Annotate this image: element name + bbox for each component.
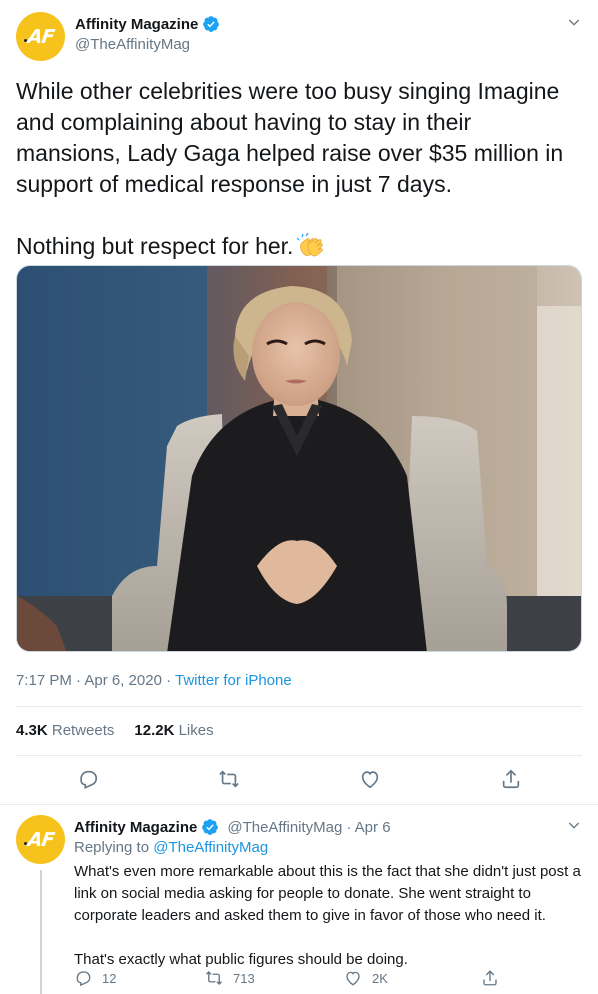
reply-header: Affinity Magazine @TheAffinityMag · Apr … bbox=[74, 818, 391, 836]
reply-text: What's even more remarkable about this i… bbox=[74, 861, 586, 971]
share-button[interactable] bbox=[500, 768, 522, 790]
tweet-source-link[interactable]: Twitter for iPhone bbox=[175, 672, 292, 689]
reply-icon bbox=[76, 971, 91, 987]
verified-badge-icon bbox=[202, 819, 219, 835]
avatar-dot bbox=[24, 842, 27, 845]
divider bbox=[0, 804, 598, 805]
reply-author-name[interactable]: Affinity Magazine bbox=[74, 819, 197, 836]
reply-avatar-text: AF bbox=[26, 828, 55, 851]
reply-button[interactable] bbox=[77, 768, 99, 790]
tweet-text-paragraph-2: Nothing but respect for her. bbox=[16, 231, 581, 262]
author-name[interactable]: Affinity Magazine bbox=[75, 16, 198, 33]
replying-to-link[interactable]: @TheAffinityMag bbox=[153, 839, 268, 856]
likes-label: Likes bbox=[178, 722, 214, 739]
reply-like-button[interactable]: 2K bbox=[344, 969, 388, 987]
reply-text-paragraph-1: What's even more remarkable about this i… bbox=[74, 863, 581, 924]
tweet-stats: 4.3K Retweets 12.2K Likes bbox=[16, 722, 214, 739]
avatar-dot bbox=[24, 39, 27, 42]
retweet-icon bbox=[206, 971, 222, 985]
replying-to: Replying to @TheAffinityMag bbox=[74, 839, 268, 856]
reply-date[interactable]: · Apr 6 bbox=[346, 819, 390, 836]
reply-author-handle[interactable]: @TheAffinityMag bbox=[227, 819, 342, 836]
reply-retweet-button[interactable]: 713 bbox=[205, 969, 255, 987]
avatar[interactable]: AF bbox=[16, 12, 65, 61]
tweet-text-paragraph-2-text: Nothing but respect for her. bbox=[16, 233, 294, 259]
like-icon bbox=[346, 971, 360, 986]
retweet-button[interactable] bbox=[218, 768, 240, 790]
likes-stat[interactable]: 12.2K Likes bbox=[134, 722, 213, 739]
photo-image bbox=[17, 266, 581, 651]
tweet-photo[interactable] bbox=[16, 265, 582, 652]
avatar-text: AF bbox=[26, 25, 55, 48]
reply-reply-button[interactable]: 12 bbox=[74, 969, 116, 987]
chevron-down-icon[interactable] bbox=[566, 817, 582, 833]
tweet-meta: 7:17 PM · Apr 6, 2020 · Twitter for iPho… bbox=[16, 672, 292, 689]
divider bbox=[16, 755, 582, 756]
author-name-row[interactable]: Affinity Magazine bbox=[75, 15, 220, 33]
chevron-down-icon[interactable] bbox=[566, 14, 582, 30]
like-button[interactable] bbox=[359, 768, 381, 790]
like-count: 2K bbox=[372, 970, 388, 986]
retweets-count: 4.3K bbox=[16, 722, 48, 739]
reply-share-button[interactable] bbox=[481, 969, 499, 987]
retweet-icon bbox=[219, 770, 239, 788]
reply-count: 12 bbox=[102, 970, 117, 986]
share-icon bbox=[483, 970, 497, 986]
reply-icon bbox=[80, 770, 98, 789]
author-handle[interactable]: @TheAffinityMag bbox=[75, 36, 190, 53]
tweet-text: While other celebrities were too busy si… bbox=[16, 76, 581, 262]
verified-badge-icon bbox=[203, 16, 220, 32]
likes-count: 12.2K bbox=[134, 722, 175, 739]
thread-line bbox=[40, 870, 42, 994]
reply-text-paragraph-2: That's exactly what public figures shoul… bbox=[74, 951, 408, 968]
replying-prefix: Replying to bbox=[74, 839, 154, 856]
retweets-label: Retweets bbox=[51, 722, 115, 739]
divider bbox=[16, 706, 582, 707]
share-icon bbox=[502, 769, 520, 789]
clapping-hands-icon bbox=[297, 233, 324, 257]
like-icon bbox=[361, 771, 379, 789]
reply-avatar[interactable]: AF bbox=[16, 815, 65, 864]
timestamp[interactable]: 7:17 PM · Apr 6, 2020 · bbox=[16, 672, 175, 689]
retweets-stat[interactable]: 4.3K Retweets bbox=[16, 722, 114, 739]
tweet-text-paragraph-1: While other celebrities were too busy si… bbox=[16, 78, 564, 197]
retweet-count: 713 bbox=[233, 970, 255, 986]
